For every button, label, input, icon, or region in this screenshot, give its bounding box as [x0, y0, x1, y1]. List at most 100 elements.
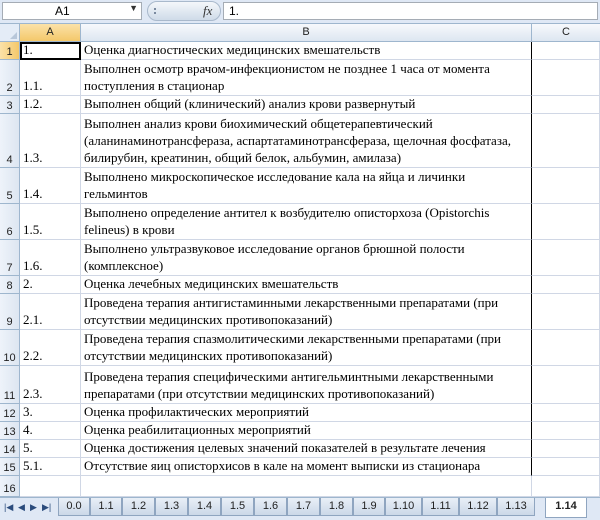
- sheet-tab[interactable]: 1.2: [122, 498, 155, 516]
- cell-b[interactable]: Выполнен анализ крови биохимический обще…: [81, 114, 532, 168]
- column-header-a[interactable]: A: [20, 24, 81, 42]
- cell-a[interactable]: 5.1.: [20, 458, 81, 476]
- cell-b[interactable]: [81, 476, 532, 497]
- sheet-tab[interactable]: 1.3: [155, 498, 188, 516]
- cell-a[interactable]: 1.3.: [20, 114, 81, 168]
- row-header[interactable]: 4: [0, 114, 20, 168]
- cell-a[interactable]: 1.5.: [20, 204, 81, 240]
- cell-c[interactable]: [532, 476, 600, 497]
- last-sheet-icon[interactable]: ▶|: [42, 502, 51, 513]
- cell-a[interactable]: 1.6.: [20, 240, 81, 276]
- cell-c[interactable]: [532, 96, 600, 114]
- sheet-tab[interactable]: 1.4: [188, 498, 221, 516]
- cell-b[interactable]: Проведена терапия специфическими антигел…: [81, 366, 532, 404]
- cell-c[interactable]: [532, 404, 600, 422]
- sheet-tab-bar: |◀ ◀ ▶ ▶| 0.0 1.1 1.2 1.3 1.4 1.5 1.6 1.…: [0, 497, 600, 520]
- cell-b[interactable]: Выполнен общий (клинический) анализ кров…: [81, 96, 532, 114]
- cell-c[interactable]: [532, 114, 600, 168]
- prev-sheet-icon[interactable]: ◀: [18, 502, 25, 513]
- cell-b[interactable]: Проведена терапия антигистаминными лекар…: [81, 294, 532, 330]
- cell-a[interactable]: 1.4.: [20, 168, 81, 204]
- cell-b[interactable]: Оценка диагностических медицинских вмеша…: [81, 42, 532, 60]
- sheet-tab[interactable]: 1.10: [385, 498, 422, 516]
- insert-function-icon[interactable]: fx: [203, 3, 212, 19]
- table-row: 8 2. Оценка лечебных медицинских вмешате…: [0, 276, 600, 294]
- cell-a[interactable]: 3.: [20, 404, 81, 422]
- sheet-tab[interactable]: 1.9: [353, 498, 385, 516]
- row-header[interactable]: 12: [0, 404, 20, 422]
- cell-b[interactable]: Выполнено ультразвуковое исследование ор…: [81, 240, 532, 276]
- sheet-tab[interactable]: 1.11: [422, 498, 459, 516]
- cell-b[interactable]: Выполнено определение антител к возбудит…: [81, 204, 532, 240]
- row-header[interactable]: 6: [0, 204, 20, 240]
- column-header-c[interactable]: C: [532, 24, 600, 42]
- cell-b[interactable]: Оценка профилактических мероприятий: [81, 404, 532, 422]
- cell-c[interactable]: [532, 168, 600, 204]
- cell-a[interactable]: 2.1.: [20, 294, 81, 330]
- cell-b[interactable]: Оценка достижения целевых значений показ…: [81, 440, 532, 458]
- table-row: 16: [0, 476, 600, 497]
- resize-handle-icon[interactable]: [154, 8, 164, 14]
- cell-a[interactable]: 2.: [20, 276, 81, 294]
- cell-c[interactable]: [532, 440, 600, 458]
- cell-b[interactable]: Проведена терапия спазмолитическими лека…: [81, 330, 532, 366]
- cell-c[interactable]: [532, 240, 600, 276]
- sheet-tab[interactable]: 1.1: [90, 498, 122, 516]
- cell-b[interactable]: Отсутствие яиц описторхисов в кале на мо…: [81, 458, 532, 476]
- row-header[interactable]: 5: [0, 168, 20, 204]
- table-row: 13 4. Оценка реабилитационных мероприяти…: [0, 422, 600, 440]
- next-sheet-icon[interactable]: ▶: [30, 502, 37, 513]
- select-all-corner[interactable]: [0, 24, 20, 42]
- row-header[interactable]: 14: [0, 440, 20, 458]
- row-header[interactable]: 3: [0, 96, 20, 114]
- first-sheet-icon[interactable]: |◀: [4, 502, 13, 513]
- cell-b[interactable]: Выполнено микроскопическое исследование …: [81, 168, 532, 204]
- table-row: 2 1.1. Выполнен осмотр врачом-инфекциони…: [0, 60, 600, 96]
- row-header[interactable]: 1: [0, 42, 20, 60]
- cell-c[interactable]: [532, 204, 600, 240]
- sheet-tab[interactable]: 1.5: [221, 498, 254, 516]
- cell-c[interactable]: [532, 458, 600, 476]
- sheet-tab-active[interactable]: 1.14: [545, 498, 587, 518]
- cell-c[interactable]: [532, 60, 600, 96]
- cell-c[interactable]: [532, 294, 600, 330]
- row-header[interactable]: 2: [0, 60, 20, 96]
- row-header[interactable]: 10: [0, 330, 20, 366]
- table-row: 4 1.3. Выполнен анализ крови биохимическ…: [0, 114, 600, 168]
- cell-c[interactable]: [532, 42, 600, 60]
- row-header[interactable]: 15: [0, 458, 20, 476]
- row-header[interactable]: 8: [0, 276, 20, 294]
- table-row: 9 2.1. Проведена терапия антигистаминным…: [0, 294, 600, 330]
- row-header[interactable]: 11: [0, 366, 20, 404]
- cell-a[interactable]: [20, 476, 81, 497]
- row-header[interactable]: 7: [0, 240, 20, 276]
- cell-a[interactable]: 5.: [20, 440, 81, 458]
- cell-b[interactable]: Оценка реабилитационных мероприятий: [81, 422, 532, 440]
- chevron-down-icon[interactable]: ▼: [129, 3, 138, 13]
- sheet-tab[interactable]: 1.7: [287, 498, 320, 516]
- cell-b[interactable]: Оценка лечебных медицинских вмешательств: [81, 276, 532, 294]
- cell-a[interactable]: 2.2.: [20, 330, 81, 366]
- cell-a[interactable]: 1.1.: [20, 60, 81, 96]
- cell-c[interactable]: [532, 276, 600, 294]
- sheet-tab[interactable]: 0.0: [58, 498, 90, 516]
- sheet-tab[interactable]: 1.6: [254, 498, 287, 516]
- cell-a[interactable]: 1.: [20, 42, 81, 60]
- row-header[interactable]: 16: [0, 476, 20, 497]
- cell-c[interactable]: [532, 366, 600, 404]
- cell-a[interactable]: 2.3.: [20, 366, 81, 404]
- cell-a[interactable]: 4.: [20, 422, 81, 440]
- cell-c[interactable]: [532, 422, 600, 440]
- sheet-tab[interactable]: 1.12: [459, 498, 497, 516]
- sheet-tab[interactable]: 1.8: [320, 498, 353, 516]
- column-header-b[interactable]: B: [81, 24, 532, 42]
- name-box-value: A1: [55, 4, 70, 18]
- formula-input[interactable]: 1.: [223, 2, 598, 20]
- row-header[interactable]: 9: [0, 294, 20, 330]
- name-box[interactable]: A1 ▼: [2, 2, 142, 20]
- cell-a[interactable]: 1.2.: [20, 96, 81, 114]
- sheet-tab[interactable]: 1.13: [497, 498, 535, 516]
- cell-c[interactable]: [532, 330, 600, 366]
- row-header[interactable]: 13: [0, 422, 20, 440]
- cell-b[interactable]: Выполнен осмотр врачом-инфекционистом не…: [81, 60, 532, 96]
